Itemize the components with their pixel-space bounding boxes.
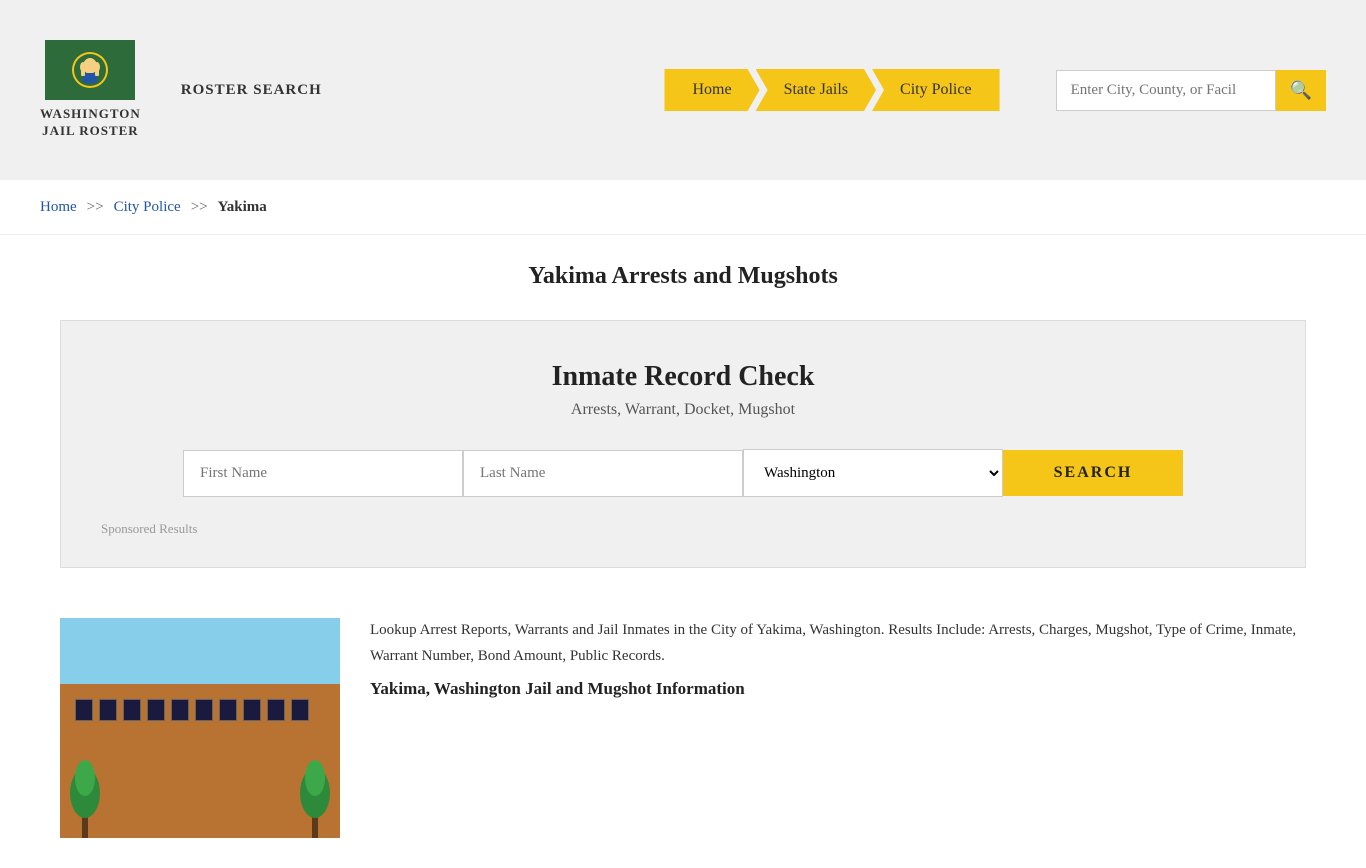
window-2 — [99, 699, 117, 721]
main-nav: Home State Jails City Police — [664, 69, 995, 111]
content-section: Lookup Arrest Reports, Warrants and Jail… — [0, 588, 1366, 868]
window-1 — [75, 699, 93, 721]
header-search-bar: 🔍 — [1056, 70, 1326, 111]
building-windows — [65, 689, 335, 731]
page-title: Yakima Arrests and Mugshots — [40, 263, 1326, 290]
sponsored-label: Sponsored Results — [101, 521, 1265, 537]
tree-left-icon — [65, 758, 105, 838]
content-description: Lookup Arrest Reports, Warrants and Jail… — [370, 618, 1306, 669]
window-6 — [195, 699, 213, 721]
last-name-input[interactable] — [463, 450, 743, 497]
breadcrumb: Home >> City Police >> Yakima — [0, 180, 1366, 235]
inmate-record-subtitle: Arrests, Warrant, Docket, Mugshot — [101, 401, 1265, 419]
breadcrumb-current: Yakima — [218, 199, 267, 215]
nav-home-button[interactable]: Home — [664, 69, 759, 111]
breadcrumb-home-link[interactable]: Home — [40, 199, 77, 215]
inmate-search-button[interactable]: SEARCH — [1003, 450, 1183, 496]
window-5 — [171, 699, 189, 721]
window-4 — [147, 699, 165, 721]
breadcrumb-city-police-link[interactable]: City Police — [114, 199, 181, 215]
inmate-record-title: Inmate Record Check — [101, 361, 1265, 393]
window-7 — [219, 699, 237, 721]
inmate-record-box: Inmate Record Check Arrests, Warrant, Do… — [60, 320, 1306, 568]
site-logo[interactable]: WASHINGTON JAIL ROSTER — [40, 40, 141, 140]
content-subheading: Yakima, Washington Jail and Mugshot Info… — [370, 679, 1306, 699]
first-name-input[interactable] — [183, 450, 463, 497]
tree-right-icon — [295, 758, 335, 838]
nav-city-police-button[interactable]: City Police — [872, 69, 1000, 111]
page-title-section: Yakima Arrests and Mugshots — [0, 235, 1366, 300]
window-8 — [243, 699, 261, 721]
window-10 — [291, 699, 309, 721]
header-search-button[interactable]: 🔍 — [1276, 70, 1326, 111]
nav-state-jails-button[interactable]: State Jails — [756, 69, 876, 111]
header: WASHINGTON JAIL ROSTER ROSTER SEARCH Hom… — [0, 0, 1366, 180]
search-icon: 🔍 — [1290, 80, 1312, 101]
state-select[interactable]: AlabamaAlaskaArizonaArkansasCaliforniaCo… — [743, 449, 1003, 497]
content-text: Lookup Arrest Reports, Warrants and Jail… — [370, 618, 1306, 699]
inmate-search-form: AlabamaAlaskaArizonaArkansasCaliforniaCo… — [101, 449, 1265, 497]
building-image — [60, 618, 340, 838]
logo-text: WASHINGTON JAIL ROSTER — [40, 106, 141, 140]
header-search-input[interactable] — [1056, 70, 1276, 111]
roster-search-label: ROSTER SEARCH — [181, 82, 322, 99]
window-9 — [267, 699, 285, 721]
washington-flag-icon — [45, 40, 135, 100]
window-3 — [123, 699, 141, 721]
breadcrumb-sep-2: >> — [191, 199, 208, 215]
breadcrumb-sep-1: >> — [87, 199, 104, 215]
